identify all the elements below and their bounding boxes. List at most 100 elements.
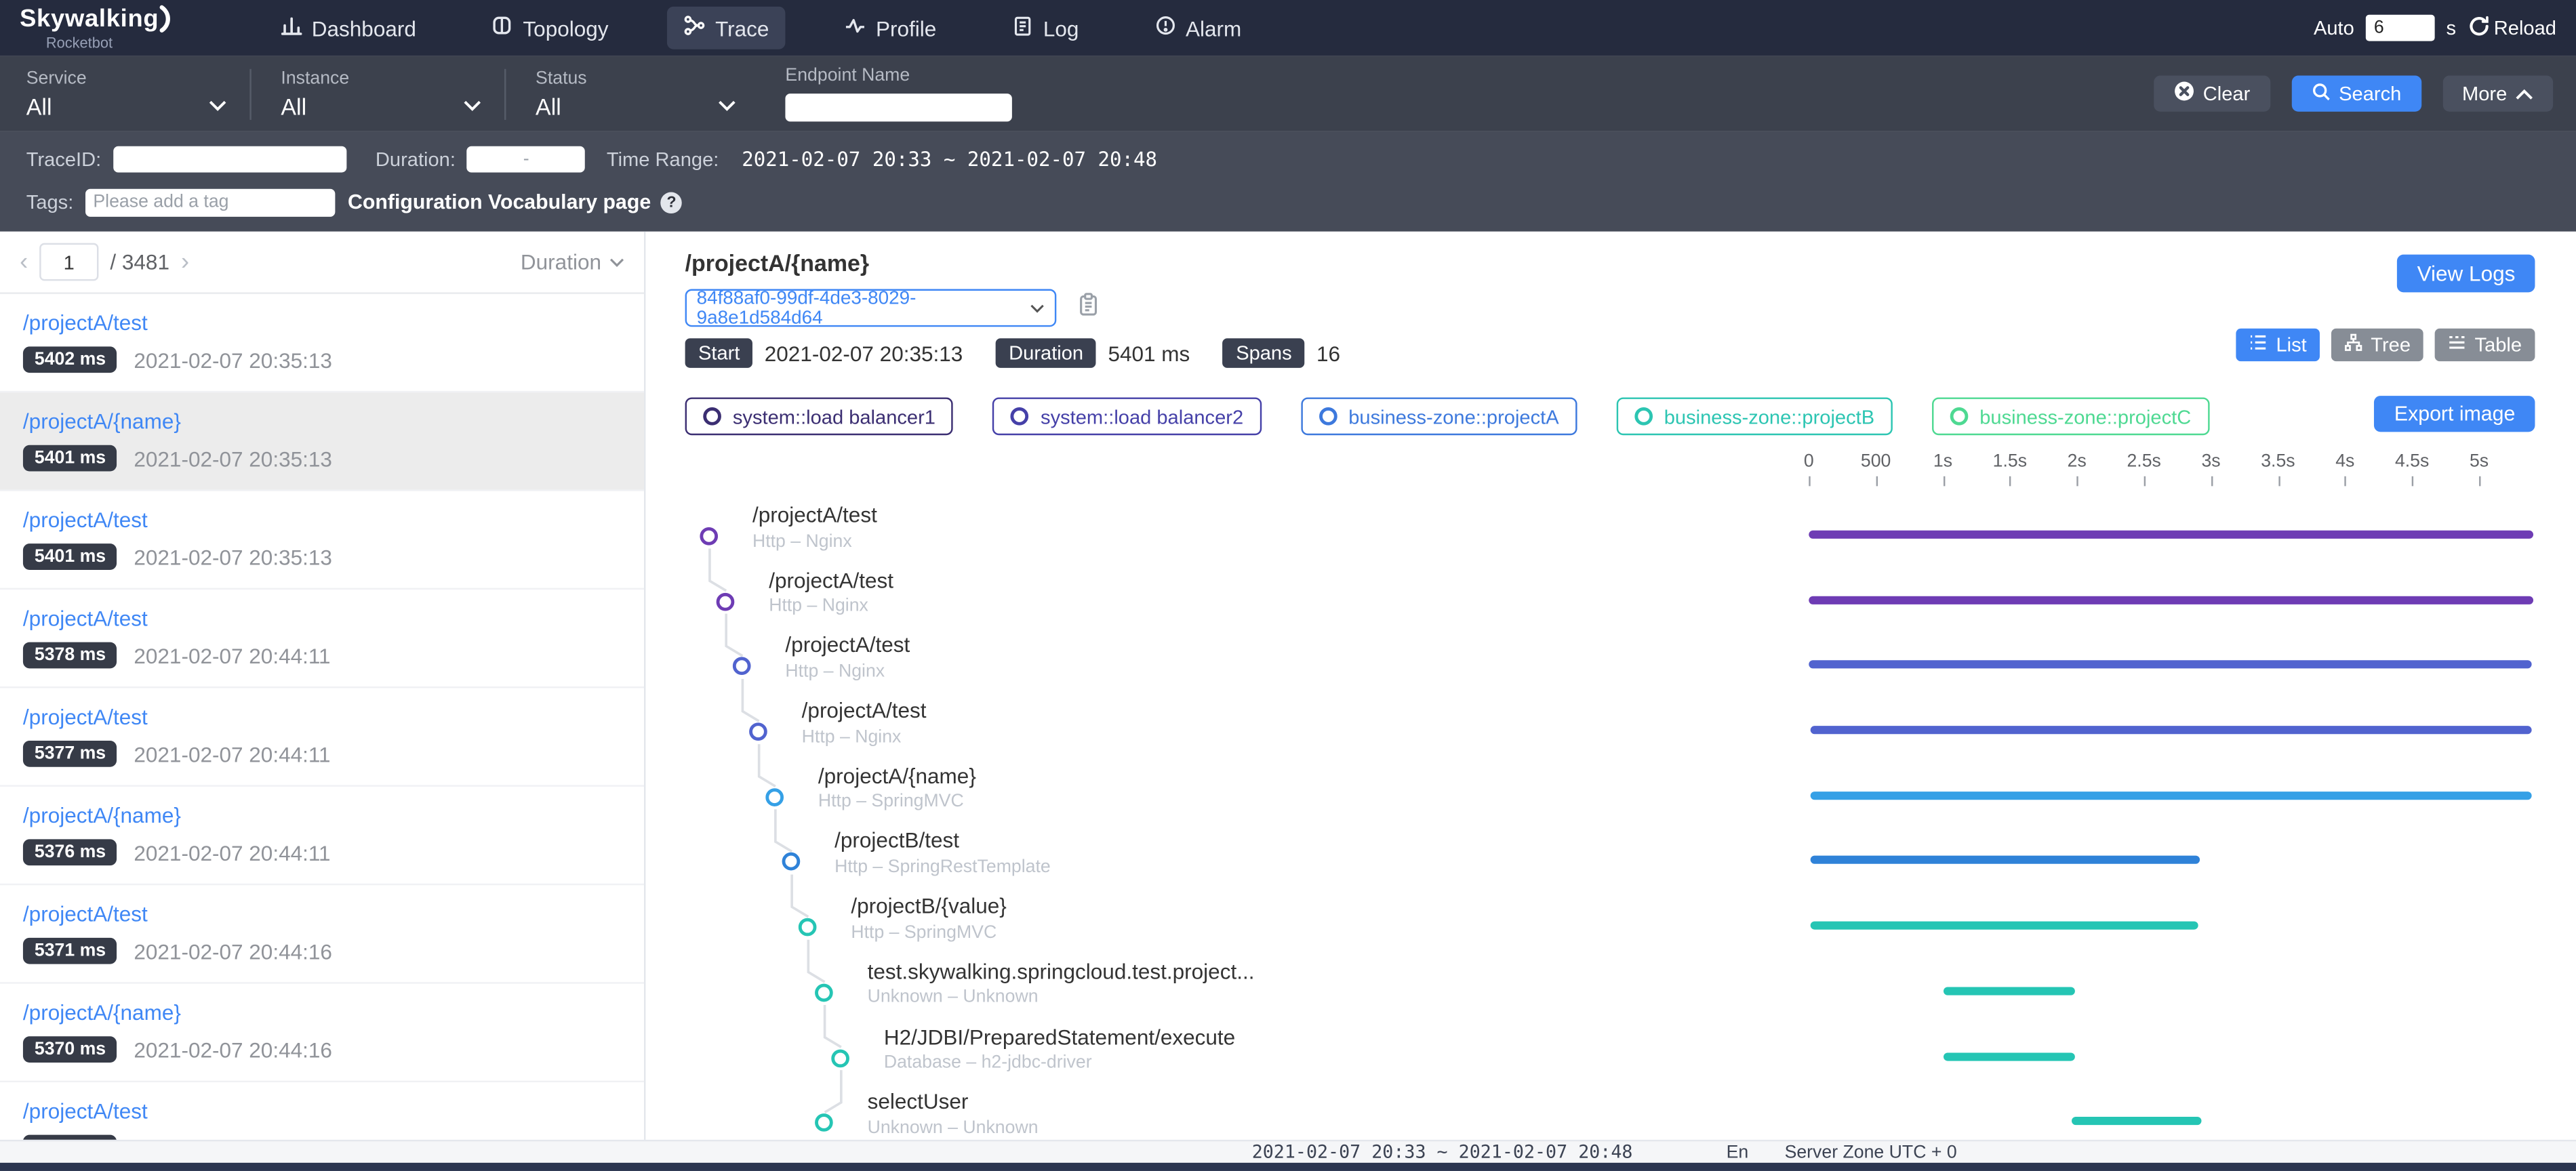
more-label: More [2462, 82, 2507, 105]
axis-tick-mark [2211, 476, 2213, 487]
language-selector[interactable]: En [1727, 1143, 1749, 1162]
endpoint-label: Endpoint Name [785, 66, 1011, 85]
time-range-value[interactable]: 2021-02-07 20:33 ~ 2021-02-07 20:48 [742, 148, 1157, 171]
trace-list-item[interactable]: /projectA/{name} 5401 ms 2021-02-07 20:3… [0, 392, 644, 491]
view-table-button[interactable]: Table [2435, 329, 2535, 361]
prev-page-icon[interactable]: ‹ [20, 249, 28, 274]
clear-button[interactable]: Clear [2154, 75, 2270, 111]
trace-endpoint-link[interactable]: /projectA/{name} [23, 803, 621, 827]
span-row: test.skywalking.springcloud.test.project… [685, 949, 2535, 1014]
span-duration-bar[interactable] [1809, 596, 2533, 604]
axis-tick-mark [2010, 476, 2011, 487]
service-chip[interactable]: business-zone::projectC [1932, 397, 2209, 435]
span-layer: Http – SpringMVC [851, 922, 997, 942]
trace-list-item[interactable]: /projectA/test 5377 ms 2021-02-07 20:44:… [0, 688, 644, 786]
span-name[interactable]: /projectA/test [752, 503, 877, 527]
nav-item-profile[interactable]: Profile [828, 7, 953, 49]
span-duration-bar[interactable] [1811, 922, 2198, 930]
view-toggle: List Tree Table [2236, 329, 2535, 361]
span-duration-bar[interactable] [1811, 857, 2199, 865]
nav-item-topology[interactable]: Topology [475, 7, 625, 49]
view-list-button[interactable]: List [2236, 329, 2320, 361]
status-filter[interactable]: Status All [504, 68, 759, 119]
span-layer: Unknown – Unknown [868, 1118, 1039, 1138]
trace-list-item[interactable]: /projectA/test 5378 ms 2021-02-07 20:44:… [0, 590, 644, 688]
vocabulary-link[interactable]: Configuration Vocabulary page [348, 190, 651, 213]
sort-dropdown[interactable]: Duration [521, 249, 624, 274]
span-duration-bar[interactable] [1810, 726, 2532, 734]
auto-interval-input[interactable] [2366, 15, 2435, 41]
view-tree-button[interactable]: Tree [2331, 329, 2423, 361]
service-chip[interactable]: system::load balancer2 [993, 397, 1262, 435]
trace-list-item[interactable]: /projectA/test 5370 ms 2021-02-07 20:44:… [0, 1082, 644, 1140]
span-node-icon[interactable] [831, 1048, 849, 1067]
span-name[interactable]: /projectA/test [769, 568, 893, 592]
traceid-input[interactable] [113, 146, 346, 173]
span-name[interactable]: /projectA/{name} [818, 763, 976, 787]
span-node-icon[interactable] [815, 1114, 833, 1132]
page-number-input[interactable] [39, 243, 98, 281]
endpoint-name-input[interactable] [785, 94, 1011, 121]
span-duration-bar[interactable] [1809, 661, 2532, 669]
trace-endpoint-link[interactable]: /projectA/test [23, 606, 621, 630]
nav-item-log[interactable]: Log [996, 7, 1095, 49]
trace-list-item[interactable]: /projectA/test 5402 ms 2021-02-07 20:35:… [0, 294, 644, 392]
footer-time-range[interactable]: 2021-02-07 20:33 ~ 2021-02-07 20:48 [1252, 1141, 1633, 1163]
span-node-icon[interactable] [733, 657, 751, 676]
span-duration-bar[interactable] [2072, 1117, 2202, 1125]
view-logs-button[interactable]: View Logs [2397, 255, 2535, 293]
span-name[interactable]: /projectB/{value} [851, 894, 1006, 918]
span-name[interactable]: /projectA/test [785, 633, 910, 657]
trace-list-item[interactable]: /projectA/{name} 5376 ms 2021-02-07 20:4… [0, 787, 644, 885]
tags-input[interactable] [85, 188, 334, 215]
service-chip[interactable]: system::load balancer1 [685, 397, 954, 435]
span-duration-bar[interactable] [1809, 531, 2533, 539]
next-page-icon[interactable]: › [181, 249, 189, 274]
span-node-icon[interactable] [815, 983, 833, 1002]
span-layer: Http – Nginx [769, 596, 868, 616]
span-row: /projectB/testHttp – SpringRestTemplate [685, 819, 2535, 884]
trace-endpoint-link[interactable]: /projectA/{name} [23, 1000, 621, 1025]
trace-list-item[interactable]: /projectA/test 5371 ms 2021-02-07 20:44:… [0, 885, 644, 983]
nav-item-dashboard[interactable]: Dashboard [264, 7, 432, 49]
span-name[interactable]: /projectA/test [802, 698, 927, 722]
trace-list-item[interactable]: /projectA/{name} 5370 ms 2021-02-07 20:4… [0, 984, 644, 1082]
trace-endpoint-link[interactable]: /projectA/test [23, 705, 621, 729]
trace-endpoint-link[interactable]: /projectA/test [23, 902, 621, 926]
trace-list-item[interactable]: /projectA/test 5401 ms 2021-02-07 20:35:… [0, 491, 644, 590]
copy-icon[interactable] [1078, 291, 1100, 324]
span-node-icon[interactable] [799, 918, 817, 937]
more-button[interactable]: More [2442, 75, 2553, 111]
chevron-down-icon [209, 100, 227, 112]
nav-item-trace[interactable]: Trace [668, 7, 786, 49]
axis-tick-label: 1s [1933, 451, 1952, 471]
span-name[interactable]: H2/JDBI/PreparedStatement/execute [884, 1024, 1235, 1048]
search-button[interactable]: Search [2291, 75, 2421, 111]
export-image-button[interactable]: Export image [2375, 396, 2535, 432]
service-filter[interactable]: Service All [26, 68, 250, 119]
span-node-icon[interactable] [782, 853, 801, 871]
span-node-icon[interactable] [749, 722, 767, 741]
trace-endpoint-link[interactable]: /projectA/test [23, 1098, 621, 1123]
span-name[interactable]: /projectB/test [834, 829, 959, 853]
span-node-icon[interactable] [765, 788, 784, 806]
span-layer: Http – SpringMVC [818, 792, 964, 812]
instance-filter[interactable]: Instance All [249, 68, 504, 119]
trace-endpoint-link[interactable]: /projectA/{name} [23, 409, 621, 433]
duration-input[interactable] [467, 146, 585, 173]
span-duration-bar[interactable] [1944, 1052, 2074, 1060]
span-name[interactable]: selectUser [868, 1089, 969, 1113]
span-node-icon[interactable] [717, 592, 735, 611]
trace-endpoint-link[interactable]: /projectA/test [23, 508, 621, 532]
service-chip[interactable]: business-zone::projectA [1301, 397, 1577, 435]
span-duration-bar[interactable] [1943, 987, 2074, 995]
reload-button[interactable]: Reload [2468, 14, 2556, 42]
nav-item-alarm[interactable]: Alarm [1138, 7, 1258, 49]
trace-id-select[interactable]: 84f88af0-99df-4de3-8029-9a8e1d584d64 [685, 289, 1057, 327]
service-chip[interactable]: business-zone::projectB [1616, 397, 1892, 435]
span-node-icon[interactable] [700, 527, 718, 546]
trace-endpoint-link[interactable]: /projectA/test [23, 310, 621, 335]
span-name[interactable]: test.skywalking.springcloud.test.project… [868, 959, 1255, 983]
help-icon[interactable]: ? [661, 191, 683, 213]
span-duration-bar[interactable] [1810, 792, 2531, 800]
